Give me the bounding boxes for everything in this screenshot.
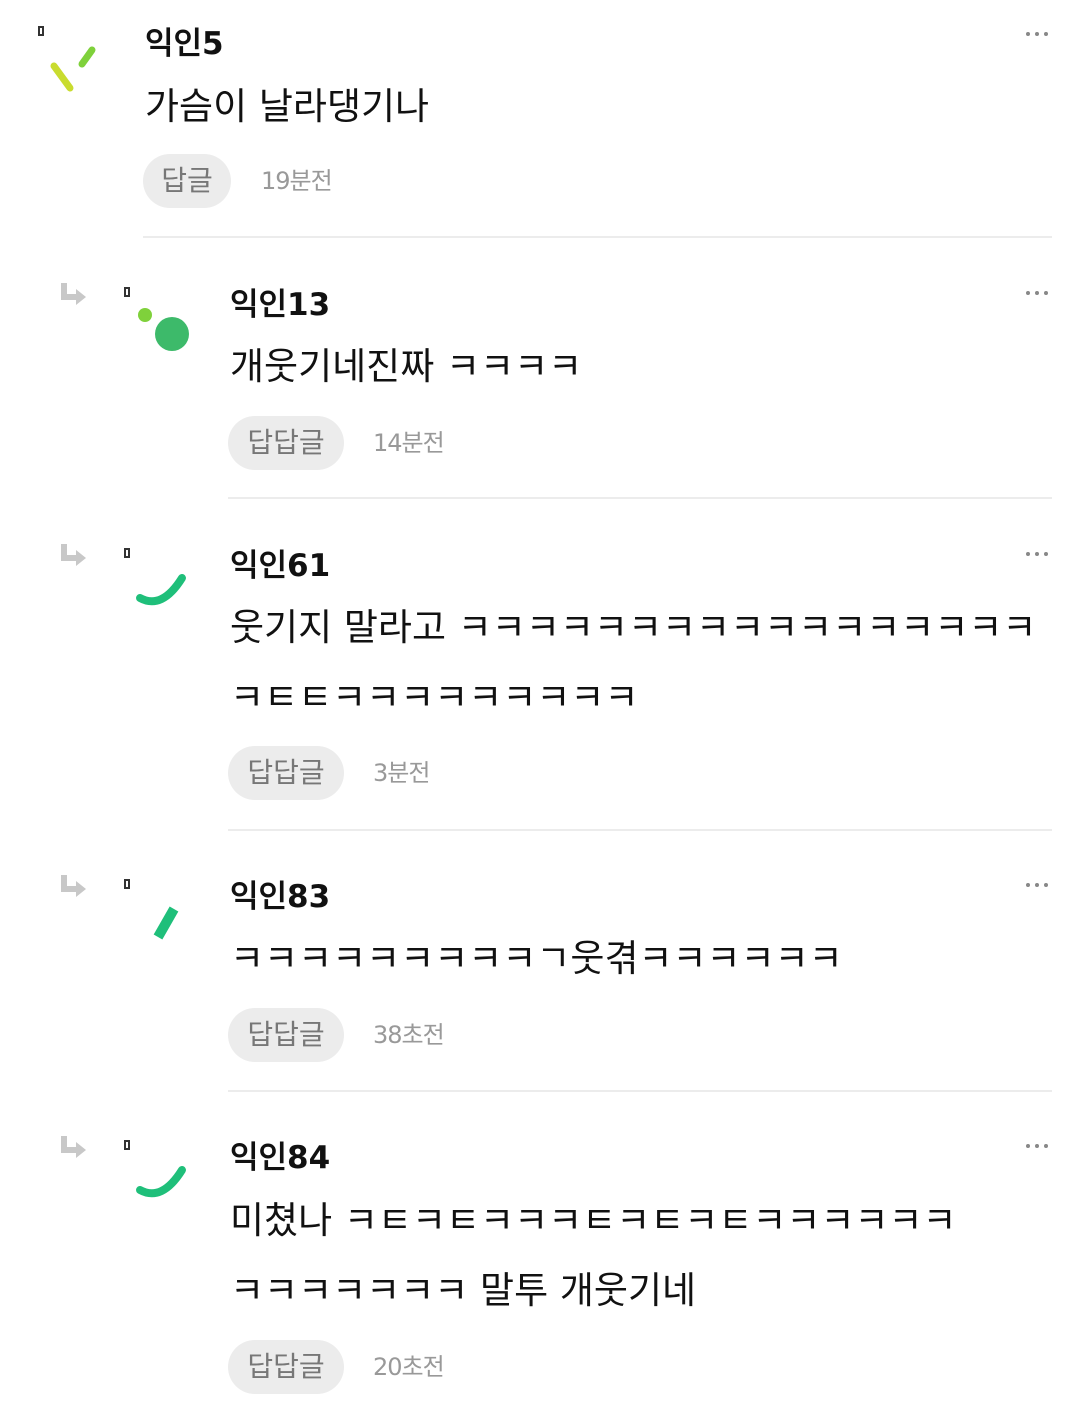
reply-arrow-icon: [61, 544, 86, 566]
reply-arrow-icon: [61, 1136, 86, 1158]
divider: [228, 1090, 1052, 1092]
divider: [228, 829, 1052, 831]
reply-arrow-icon: [61, 875, 86, 897]
timestamp: 14분전: [373, 429, 445, 457]
badge-icon: [124, 548, 130, 558]
more-options-icon[interactable]: [1026, 1142, 1050, 1150]
reply-button[interactable]: 답답글: [228, 416, 344, 470]
avatar: [138, 308, 189, 351]
avatar: [136, 1166, 186, 1198]
comment-text: 개웃기네진짜 ㅋㅋㅋㅋ: [230, 345, 583, 388]
comment-text: ㅋㅌㅌㅋㅋㅋㅋㅋㅋㅋㅋㅋ: [230, 676, 639, 719]
reply-button[interactable]: 답답글: [228, 1340, 344, 1394]
reply-button[interactable]: 답답글: [228, 1008, 344, 1062]
timestamp: 38초전: [373, 1021, 445, 1049]
comment-text: 가슴이 날라댕기나: [145, 85, 430, 128]
timestamp: 19분전: [261, 167, 333, 195]
avatar: [153, 906, 179, 940]
nickname[interactable]: 익인13: [230, 279, 330, 324]
avatar: [50, 46, 96, 92]
more-options-icon[interactable]: [1026, 550, 1050, 558]
comment-text: ㅋㅋㅋㅋㅋㅋㅋㅋㅋㄱ웃겪ㅋㅋㅋㅋㅋㅋ: [230, 937, 843, 980]
comment-text: 웃기지 말라고 ㅋㅋㅋㅋㅋㅋㅋㅋㅋㅋㅋㅋㅋㅋㅋㅋㅋ: [230, 606, 1037, 649]
nickname[interactable]: 익인83: [230, 871, 330, 916]
comment-text: 미쳤나 ㅋㅌㅋㅌㅋㅋㅋㅌㅋㅌㅋㅌㅋㅋㅋㅋㅋㅋ: [230, 1199, 957, 1242]
divider: [143, 236, 1052, 238]
reply-button[interactable]: 답글: [143, 154, 231, 208]
more-options-icon[interactable]: [1026, 30, 1050, 38]
divider: [228, 497, 1052, 499]
badge-icon: [38, 26, 44, 36]
badge-icon: [124, 1140, 130, 1150]
reply-arrow-icon: [61, 283, 86, 305]
nickname[interactable]: 익인61: [230, 540, 330, 585]
badge-icon: [124, 287, 130, 297]
reply-button[interactable]: 답답글: [228, 746, 344, 800]
more-options-icon[interactable]: [1026, 289, 1050, 297]
comment-text: ㅋㅋㅋㅋㅋㅋㅋ 말투 개웃기네: [230, 1269, 697, 1312]
more-options-icon[interactable]: [1026, 881, 1050, 889]
timestamp: 20초전: [373, 1353, 445, 1381]
badge-icon: [124, 879, 130, 889]
avatar: [136, 574, 186, 606]
nickname[interactable]: 익인84: [230, 1132, 330, 1177]
timestamp: 3분전: [373, 759, 430, 787]
nickname[interactable]: 익인5: [145, 18, 224, 63]
